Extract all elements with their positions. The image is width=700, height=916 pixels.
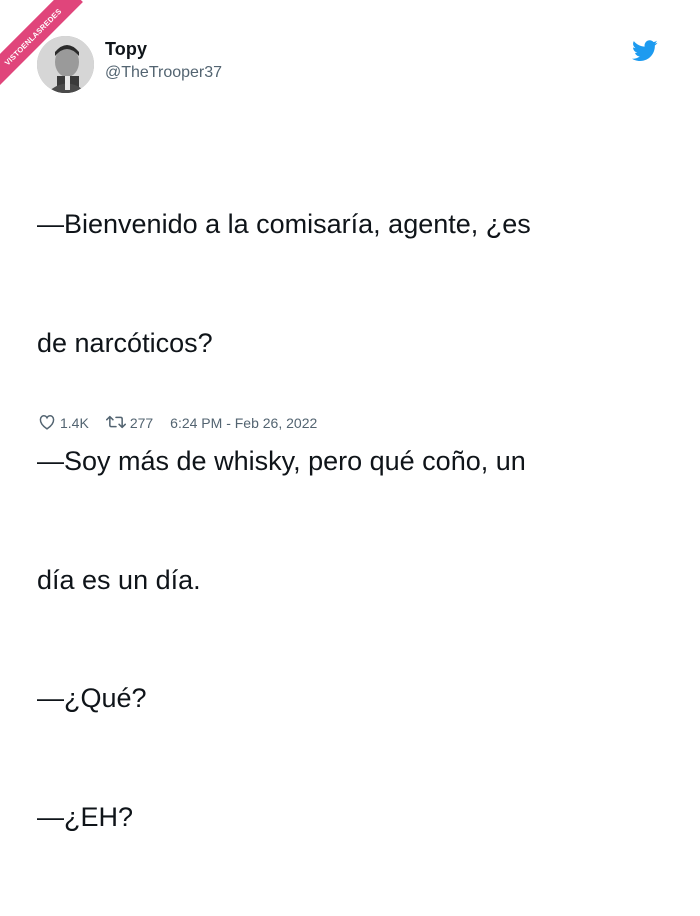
tweet-line: —¿Qué? [37, 683, 147, 713]
tweet-timestamp[interactable]: 6:24 PM - Feb 26, 2022 [170, 415, 317, 431]
tweet-card: VISTOENLASREDES Topy @TheTrooper37 —Bien… [0, 0, 700, 832]
retweet-count: 277 [129, 415, 154, 431]
tweet-line: de narcóticos? [37, 327, 213, 358]
tweet-footer: 1.4K 277 6:24 PM - Feb 26, 2022 [38, 411, 317, 435]
avatar[interactable] [37, 36, 94, 93]
like-count: 1.4K [60, 415, 89, 431]
tweet-header: Topy @TheTrooper37 [37, 36, 667, 94]
author-handle[interactable]: @TheTrooper37 [105, 64, 222, 82]
tweet-text: —Bienvenido a la comisaría, agente, ¿es … [37, 126, 677, 916]
tweet-line: —Bienvenido a la comisaría, agente, ¿es [37, 209, 531, 239]
tweet-line: —Soy más de whisky, pero qué coño, un [37, 446, 526, 476]
heart-icon[interactable] [38, 414, 60, 433]
author-name[interactable]: Topy [105, 39, 147, 60]
twitter-bird-icon[interactable] [632, 40, 658, 62]
tweet-line: —¿EH? [37, 801, 134, 832]
retweet-icon[interactable] [105, 414, 130, 433]
like-metric[interactable]: 1.4K [38, 414, 89, 433]
retweet-metric[interactable]: 277 [105, 414, 154, 433]
tweet-line: día es un día. [37, 564, 201, 595]
